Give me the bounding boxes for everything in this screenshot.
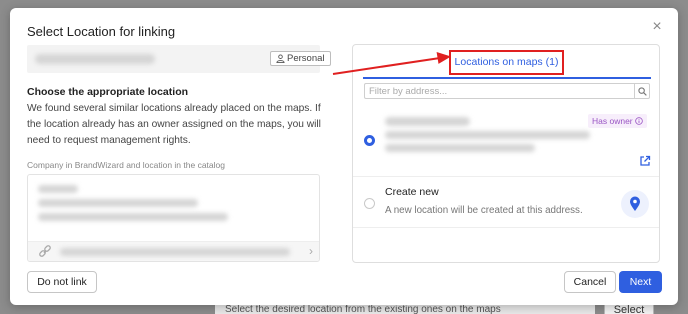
create-new-description: A new location will be created at this a…: [385, 205, 583, 216]
blurred-company-name: [35, 54, 155, 64]
blurred-company-line: [38, 199, 198, 207]
search-button[interactable]: [634, 83, 650, 99]
do-not-link-button[interactable]: Do not link: [27, 271, 97, 293]
catalog-link-row[interactable]: ›: [28, 241, 319, 261]
tab-underline: [363, 77, 651, 79]
locations-panel: Locations on maps (1) Has owner Create n…: [352, 44, 660, 263]
chevron-right-icon: ›: [309, 244, 313, 258]
map-pin-icon: [630, 196, 640, 211]
external-link-icon[interactable]: [639, 155, 651, 167]
company-card: ›: [27, 174, 320, 262]
backdrop-hint: Select the desired location from the exi…: [225, 304, 501, 314]
cancel-button[interactable]: Cancel: [564, 271, 616, 293]
location-option[interactable]: Has owner: [353, 109, 659, 177]
tab-locations-on-maps[interactable]: Locations on maps (1): [449, 50, 564, 75]
radio-selected[interactable]: [364, 135, 375, 146]
info-icon: [635, 117, 643, 125]
blurred-company-title: [38, 185, 78, 193]
map-pin-button[interactable]: [621, 190, 649, 218]
has-owner-badge: Has owner: [588, 114, 648, 128]
blurred-location-address: [385, 131, 590, 139]
close-icon[interactable]: ×: [650, 19, 664, 35]
company-header: Personal: [27, 45, 331, 73]
radio-unselected[interactable]: [364, 198, 375, 209]
create-new-title: Create new: [385, 186, 439, 198]
user-icon: [276, 54, 285, 63]
link-icon: [39, 245, 51, 257]
blurred-location-name: [385, 117, 470, 126]
section-description: We found several similar locations alrea…: [27, 103, 321, 146]
next-button[interactable]: Next: [619, 271, 662, 293]
filter-address-input[interactable]: [364, 83, 634, 99]
search-icon: [638, 87, 647, 96]
dialog-title: Select Location for linking: [27, 24, 176, 39]
company-caption: Company in BrandWizard and location in t…: [27, 160, 225, 170]
has-owner-label: Has owner: [592, 116, 633, 126]
link-location-dialog: Select Location for linking × Personal C…: [10, 8, 678, 305]
personal-badge-label: Personal: [287, 53, 325, 64]
blurred-company-line: [38, 213, 228, 221]
blurred-location-address: [385, 144, 535, 152]
blurred-catalog-link: [60, 248, 290, 256]
section-heading: Choose the appropriate location: [27, 86, 189, 98]
personal-badge: Personal: [270, 51, 331, 66]
create-new-option[interactable]: Create new A new location will be create…: [353, 178, 659, 228]
